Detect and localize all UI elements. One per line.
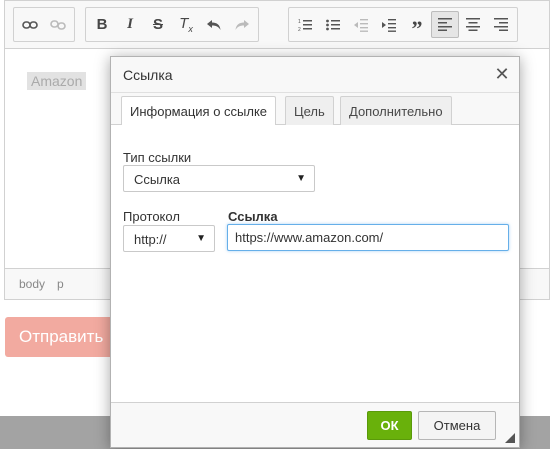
url-label: Ссылка xyxy=(228,209,278,224)
unlink-icon[interactable] xyxy=(44,11,72,38)
toolbar-group-format: B I S Tx xyxy=(85,7,259,42)
dialog-title: Ссылка xyxy=(123,67,173,83)
editor-toolbar: B I S Tx 12 ” xyxy=(5,1,549,49)
submit-button[interactable]: Отправить xyxy=(5,317,125,357)
outdent-icon[interactable] xyxy=(347,11,375,38)
ok-button[interactable]: ОК xyxy=(367,411,412,440)
align-left-icon[interactable] xyxy=(431,11,459,38)
dialog-footer: ОК Отмена xyxy=(111,402,519,447)
align-right-icon[interactable] xyxy=(487,11,515,38)
protocol-select[interactable]: http:// ▼ xyxy=(123,225,215,252)
indent-icon[interactable] xyxy=(375,11,403,38)
protocol-value: http:// xyxy=(134,232,167,247)
close-icon[interactable]: ✕ xyxy=(493,65,511,83)
dialog-title-bar[interactable]: Ссылка xyxy=(111,57,519,93)
undo-icon[interactable] xyxy=(200,11,228,38)
selected-link-text[interactable]: Amazon xyxy=(27,72,87,90)
strike-icon[interactable]: S xyxy=(144,11,172,38)
link-icon[interactable] xyxy=(16,11,44,38)
path-item-body[interactable]: body xyxy=(19,277,45,291)
dropdown-arrow-icon: ▼ xyxy=(196,233,206,244)
editor-content-area[interactable]: Amazon xyxy=(27,72,87,90)
tab-target[interactable]: Цель xyxy=(285,96,334,125)
link-type-label: Тип ссылки xyxy=(123,150,192,165)
bulleted-list-icon[interactable] xyxy=(319,11,347,38)
toolbar-group-paragraph: 12 ” xyxy=(288,7,518,42)
dialog-body: Тип ссылки Ссылка ▼ Протокол http:// ▼ С… xyxy=(111,125,519,402)
link-type-select[interactable]: Ссылка ▼ xyxy=(123,165,315,192)
tab-advanced[interactable]: Дополнительно xyxy=(340,96,452,125)
remove-format-icon[interactable]: Tx xyxy=(172,11,200,38)
svg-text:2: 2 xyxy=(298,27,301,32)
bold-icon[interactable]: B xyxy=(88,11,116,38)
numbered-list-icon[interactable]: 12 xyxy=(291,11,319,38)
toolbar-group-links xyxy=(13,7,75,42)
align-center-icon[interactable] xyxy=(459,11,487,38)
cancel-button[interactable]: Отмена xyxy=(418,411,496,440)
svg-text:1: 1 xyxy=(298,19,301,25)
url-input[interactable] xyxy=(227,224,509,251)
redo-icon[interactable] xyxy=(228,11,256,38)
protocol-label: Протокол xyxy=(123,209,180,224)
italic-icon[interactable]: I xyxy=(116,11,144,38)
dialog-tabs: Информация о ссылке Цель Дополнительно xyxy=(111,93,519,126)
blockquote-icon[interactable]: ” xyxy=(403,11,431,39)
resize-handle-icon[interactable] xyxy=(505,433,515,443)
path-item-p[interactable]: p xyxy=(57,277,64,291)
tab-link-info[interactable]: Информация о ссылке xyxy=(121,96,277,126)
link-type-value: Ссылка xyxy=(134,172,181,187)
dropdown-arrow-icon: ▼ xyxy=(296,173,306,184)
link-dialog: Ссылка ✕ Информация о ссылке Цель Дополн… xyxy=(110,56,520,448)
